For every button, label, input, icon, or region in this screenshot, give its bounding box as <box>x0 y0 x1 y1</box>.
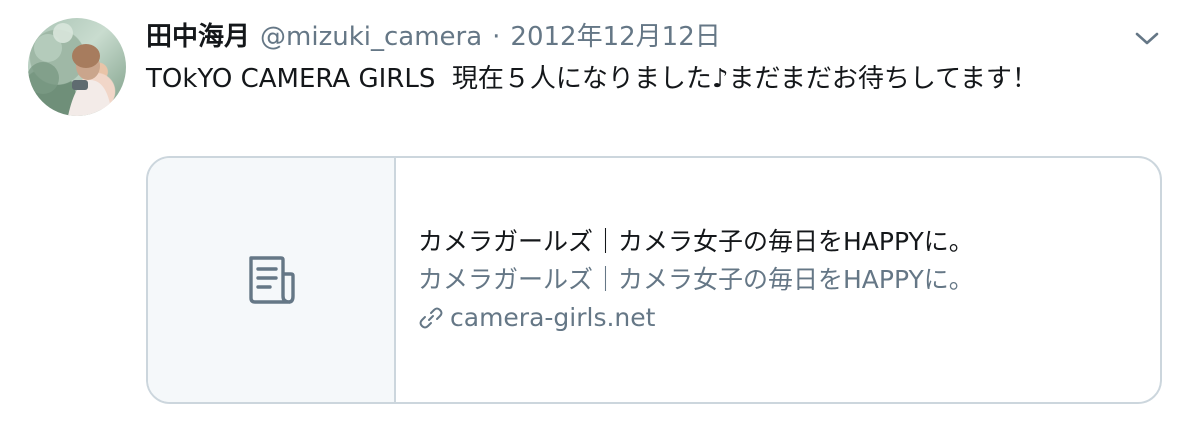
chevron-down-icon <box>1135 32 1159 45</box>
separator-dot: · <box>492 22 501 52</box>
tweet-header: 田中海月 @mizuki_camera · 2012年12月12日 <box>146 20 721 54</box>
display-name[interactable]: 田中海月 <box>146 20 250 54</box>
user-handle[interactable]: @mizuki_camera <box>260 20 482 54</box>
link-icon <box>419 307 443 329</box>
card-body: カメラガールズ｜カメラ女子の毎日をHAPPYに。 カメラガールズ｜カメラ女子の毎… <box>396 158 1160 402</box>
card-description: カメラガールズ｜カメラ女子の毎日をHAPPYに。 <box>418 265 974 294</box>
link-card[interactable]: カメラガールズ｜カメラ女子の毎日をHAPPYに。 カメラガールズ｜カメラ女子の毎… <box>146 156 1162 404</box>
document-icon <box>249 256 295 304</box>
card-title: カメラガールズ｜カメラ女子の毎日をHAPPYに。 <box>418 227 974 256</box>
avatar-photo <box>28 23 112 116</box>
tweet[interactable]: 田中海月 @mizuki_camera · 2012年12月12日 TOkYO … <box>0 0 1192 422</box>
card-domain-row: camera-girls.net <box>418 299 1160 337</box>
tweet-menu-button[interactable] <box>1132 26 1162 50</box>
avatar[interactable] <box>28 18 126 116</box>
tweet-date[interactable]: 2012年12月12日 <box>510 20 720 54</box>
tweet-text: TOkYO CAMERA GIRLS 現在５人になりました♪まだまだお待ちしてま… <box>146 64 1038 94</box>
card-domain: camera-girls.net <box>450 303 656 332</box>
card-thumbnail <box>148 158 396 402</box>
